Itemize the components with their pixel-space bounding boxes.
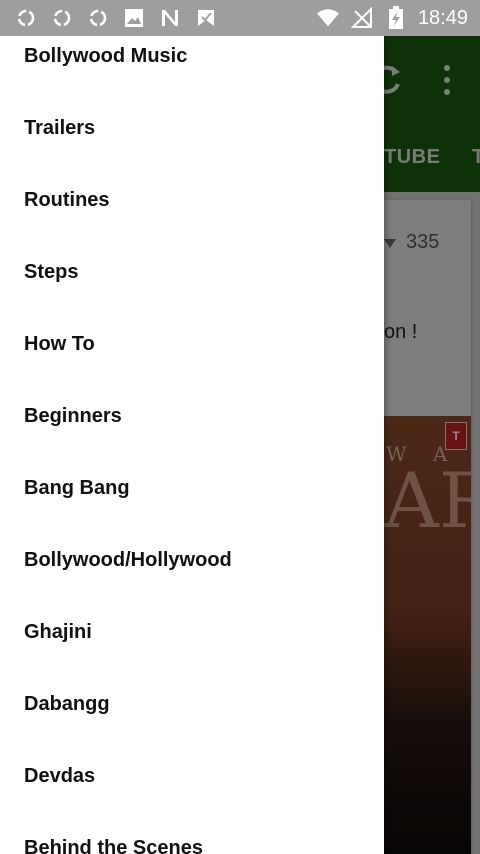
drawer-item-behind-the-scenes[interactable]: Behind the Scenes [0,812,384,854]
drawer-item-steps[interactable]: Steps [0,236,384,308]
drawer-item-trailers[interactable]: Trailers [0,92,384,164]
drawer-item-beginners[interactable]: Beginners [0,380,384,452]
drawer-item-devdas[interactable]: Devdas [0,740,384,812]
wifi-icon [316,7,340,29]
no-signal-icon [350,7,374,29]
clock: 18:49 [417,6,468,29]
drawer-menu: Bollywood Music Trailers Routines Steps … [0,36,384,854]
drawer-item-dabangg[interactable]: Dabangg [0,668,384,740]
drawer-item-bollywood-hollywood[interactable]: Bollywood/Hollywood [0,524,384,596]
check-icon [194,7,218,29]
sync-icon [86,7,110,29]
status-bar: 18:49 [0,0,480,36]
drawer-item-routines[interactable]: Routines [0,164,384,236]
n-icon [158,7,182,29]
drawer-item-how-to[interactable]: How To [0,308,384,380]
sync-icon [14,7,38,29]
drawer-item-bang-bang[interactable]: Bang Bang [0,452,384,524]
navigation-drawer: Bollywood Music Trailers Routines Steps … [0,36,384,854]
drawer-item-ghajini[interactable]: Ghajini [0,596,384,668]
drawer-item-bollywood-music[interactable]: Bollywood Music [0,36,384,92]
sync-icon [50,7,74,29]
battery-charging-icon [384,6,408,29]
image-icon [122,7,146,29]
